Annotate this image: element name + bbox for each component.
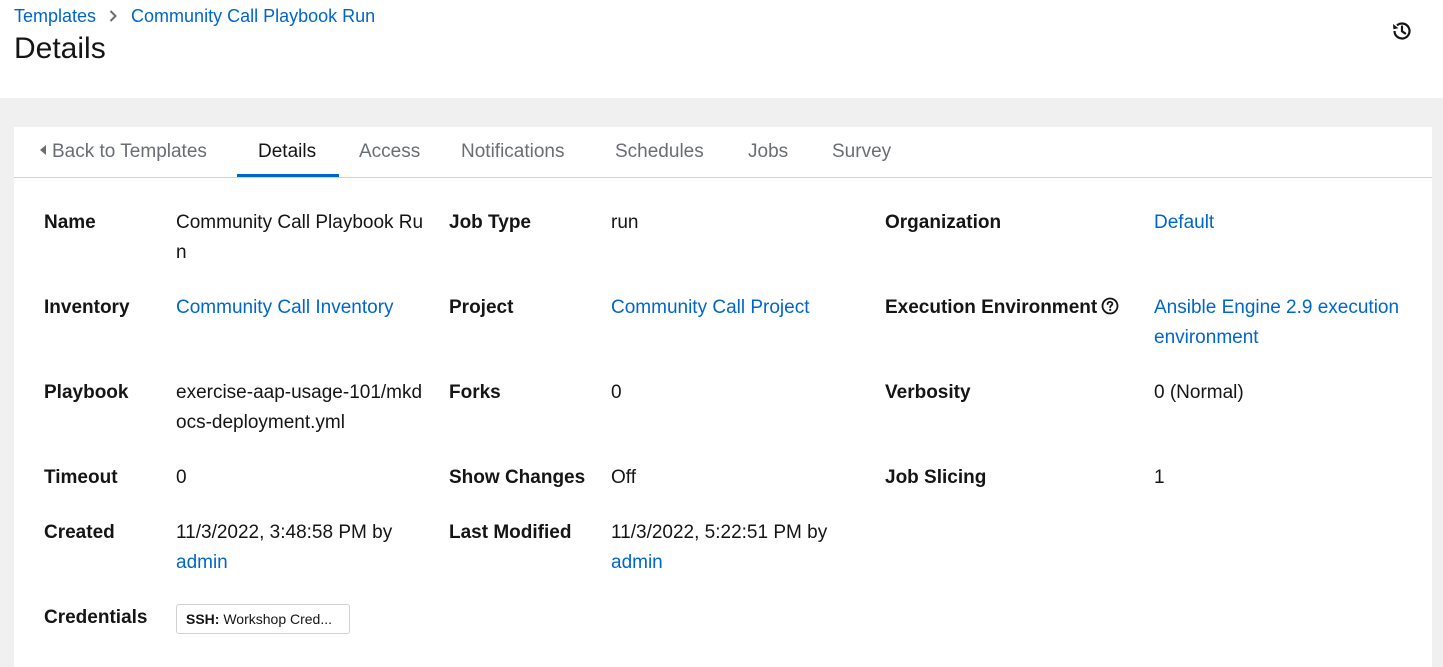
history-button[interactable]	[1390, 21, 1414, 45]
show-changes-value: Off	[611, 467, 636, 488]
job-slicing-label: Job Slicing	[885, 467, 987, 488]
created-value: 11/3/2022, 3:48:58 PM by admin	[176, 518, 438, 578]
active-tab-indicator	[237, 174, 339, 177]
verbosity-value: 0 (Normal)	[1154, 382, 1244, 403]
organization-label: Organization	[885, 212, 1002, 233]
project-label: Project	[449, 297, 514, 318]
tab-details[interactable]: Details	[258, 127, 316, 177]
tab-notifications[interactable]: Notifications	[461, 127, 565, 177]
last-modified-date: 11/3/2022, 5:22:51 PM by	[611, 522, 828, 543]
organization-link[interactable]: Default	[1154, 208, 1404, 238]
page-header: Templates Community Call Playbook Run De…	[0, 0, 1443, 98]
credential-name: Workshop Cred...	[223, 611, 333, 627]
timeout-value: 0	[176, 467, 187, 488]
verbosity-label: Verbosity	[885, 382, 971, 403]
last-modified-value: 11/3/2022, 5:22:51 PM by admin	[611, 518, 873, 578]
job-type-label: Job Type	[449, 212, 531, 233]
caret-left-icon	[40, 145, 46, 155]
breadcrumb-templates-link[interactable]: Templates	[14, 5, 96, 27]
modified-by-user-link[interactable]: admin	[611, 552, 663, 573]
project-link[interactable]: Community Call Project	[611, 293, 871, 323]
job-type-value: run	[611, 212, 639, 233]
inventory-link[interactable]: Community Call Inventory	[176, 293, 436, 323]
tab-jobs[interactable]: Jobs	[748, 127, 788, 177]
breadcrumb-current-link[interactable]: Community Call Playbook Run	[131, 5, 375, 27]
inventory-label: Inventory	[44, 297, 130, 318]
help-icon[interactable]	[1101, 295, 1119, 325]
created-label: Created	[44, 522, 115, 543]
tab-schedules[interactable]: Schedules	[615, 127, 704, 177]
name-value: Community Call Playbook Run	[176, 212, 424, 263]
forks-value: 0	[611, 382, 622, 403]
tab-access[interactable]: Access	[359, 127, 420, 177]
credential-type: SSH:	[186, 611, 220, 627]
credentials-label: Credentials	[44, 607, 148, 628]
execution-environment-link[interactable]: Ansible Engine 2.9 execution environment	[1154, 293, 1404, 353]
timeout-label: Timeout	[44, 467, 118, 488]
job-slicing-value: 1	[1154, 467, 1165, 488]
credential-chip[interactable]: SSH: Workshop Cred...	[176, 604, 350, 634]
playbook-label: Playbook	[44, 382, 129, 403]
tab-survey[interactable]: Survey	[832, 127, 891, 177]
execution-environment-label: Execution Environment	[885, 293, 1119, 325]
history-icon	[1391, 20, 1413, 47]
last-modified-label: Last Modified	[449, 522, 572, 543]
details-card: Back to Templates Details Access Notific…	[14, 127, 1432, 667]
tab-back-to-templates[interactable]: Back to Templates	[40, 127, 207, 177]
created-date: 11/3/2022, 3:48:58 PM by	[176, 522, 393, 543]
tab-bar: Back to Templates Details Access Notific…	[14, 127, 1432, 178]
name-label: Name	[44, 212, 96, 233]
chevron-right-icon	[109, 10, 117, 22]
forks-label: Forks	[449, 382, 501, 403]
tab-label: Back to Templates	[52, 141, 207, 162]
show-changes-label: Show Changes	[449, 467, 586, 488]
page-title: Details	[14, 32, 106, 65]
execution-environment-label-text: Execution Environment	[885, 297, 1098, 318]
created-by-user-link[interactable]: admin	[176, 552, 228, 573]
playbook-value: exercise-aap-usage-101/mkdocs-deployment…	[176, 382, 423, 433]
breadcrumb: Templates Community Call Playbook Run	[14, 5, 375, 27]
